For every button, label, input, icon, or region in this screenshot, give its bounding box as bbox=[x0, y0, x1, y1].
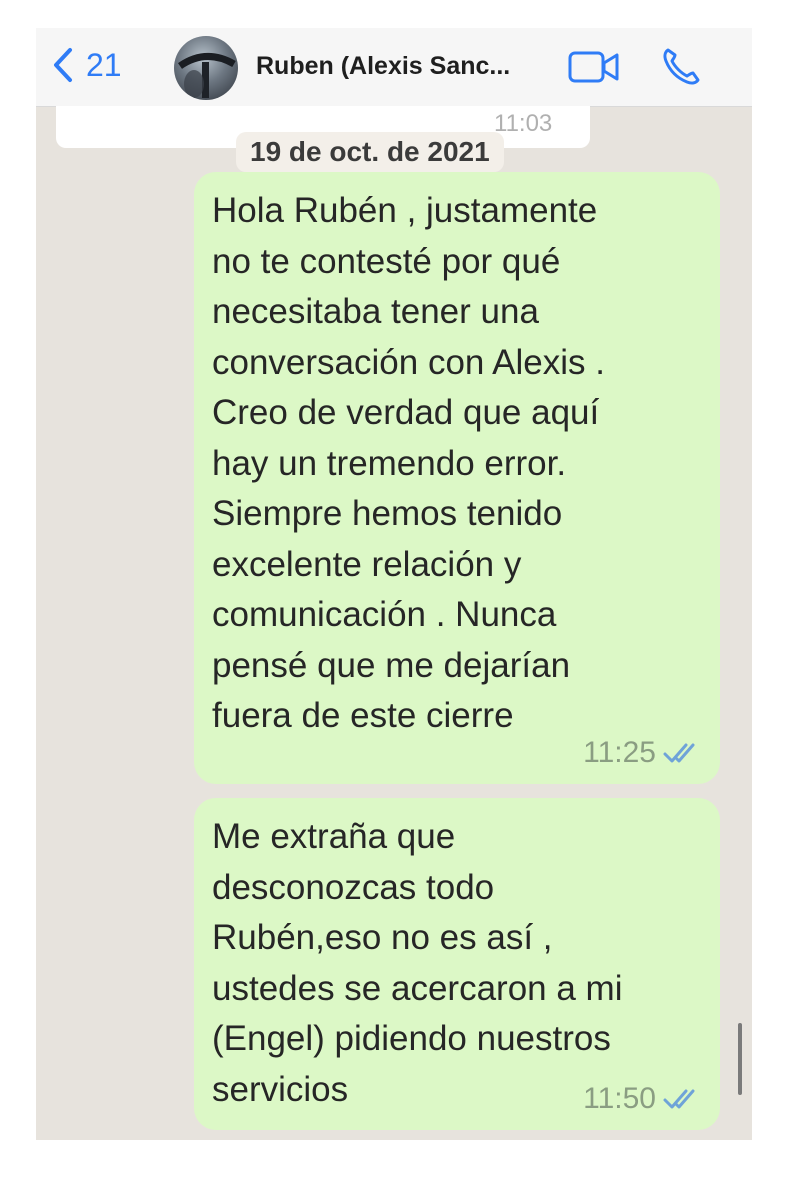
previous-message-time: 11:03 bbox=[494, 110, 553, 137]
outgoing-message[interactable]: Me extraña que desconozcas todo Rubén,es… bbox=[194, 798, 720, 1130]
avatar[interactable] bbox=[174, 36, 238, 100]
message-time: 11:25 bbox=[583, 736, 656, 769]
avatar-image bbox=[178, 53, 236, 98]
phone-icon bbox=[663, 48, 700, 85]
voice-call-button[interactable] bbox=[660, 46, 702, 88]
message-text: Hola Rubén , justamente no te contesté p… bbox=[212, 191, 605, 735]
back-button[interactable]: 21 bbox=[50, 46, 122, 84]
chat-header: 21 Ruben (Alexis Sanc... bbox=[36, 28, 752, 107]
contact-name[interactable]: Ruben (Alexis Sanc... bbox=[256, 52, 510, 81]
double-check-icon bbox=[663, 1089, 695, 1109]
outgoing-message[interactable]: Hola Rubén , justamente no te contesté p… bbox=[194, 172, 720, 784]
double-check-icon bbox=[663, 743, 695, 763]
video-camera-icon bbox=[568, 51, 619, 83]
date-separator: 19 de oct. de 2021 bbox=[236, 132, 504, 172]
message-meta: 11:50 bbox=[583, 1082, 702, 1116]
message-meta: 11:25 bbox=[583, 736, 702, 770]
message-text: Me extraña que desconozcas todo Rubén,es… bbox=[212, 817, 623, 1109]
scrollbar[interactable] bbox=[738, 1023, 742, 1095]
unread-count: 21 bbox=[86, 46, 122, 83]
message-time: 11:50 bbox=[583, 1082, 656, 1115]
chevron-left-icon bbox=[54, 48, 72, 82]
video-call-button[interactable] bbox=[568, 50, 620, 84]
chat-screen: 21 Ruben (Alexis Sanc... 11:03 19 de oct… bbox=[36, 28, 752, 1140]
